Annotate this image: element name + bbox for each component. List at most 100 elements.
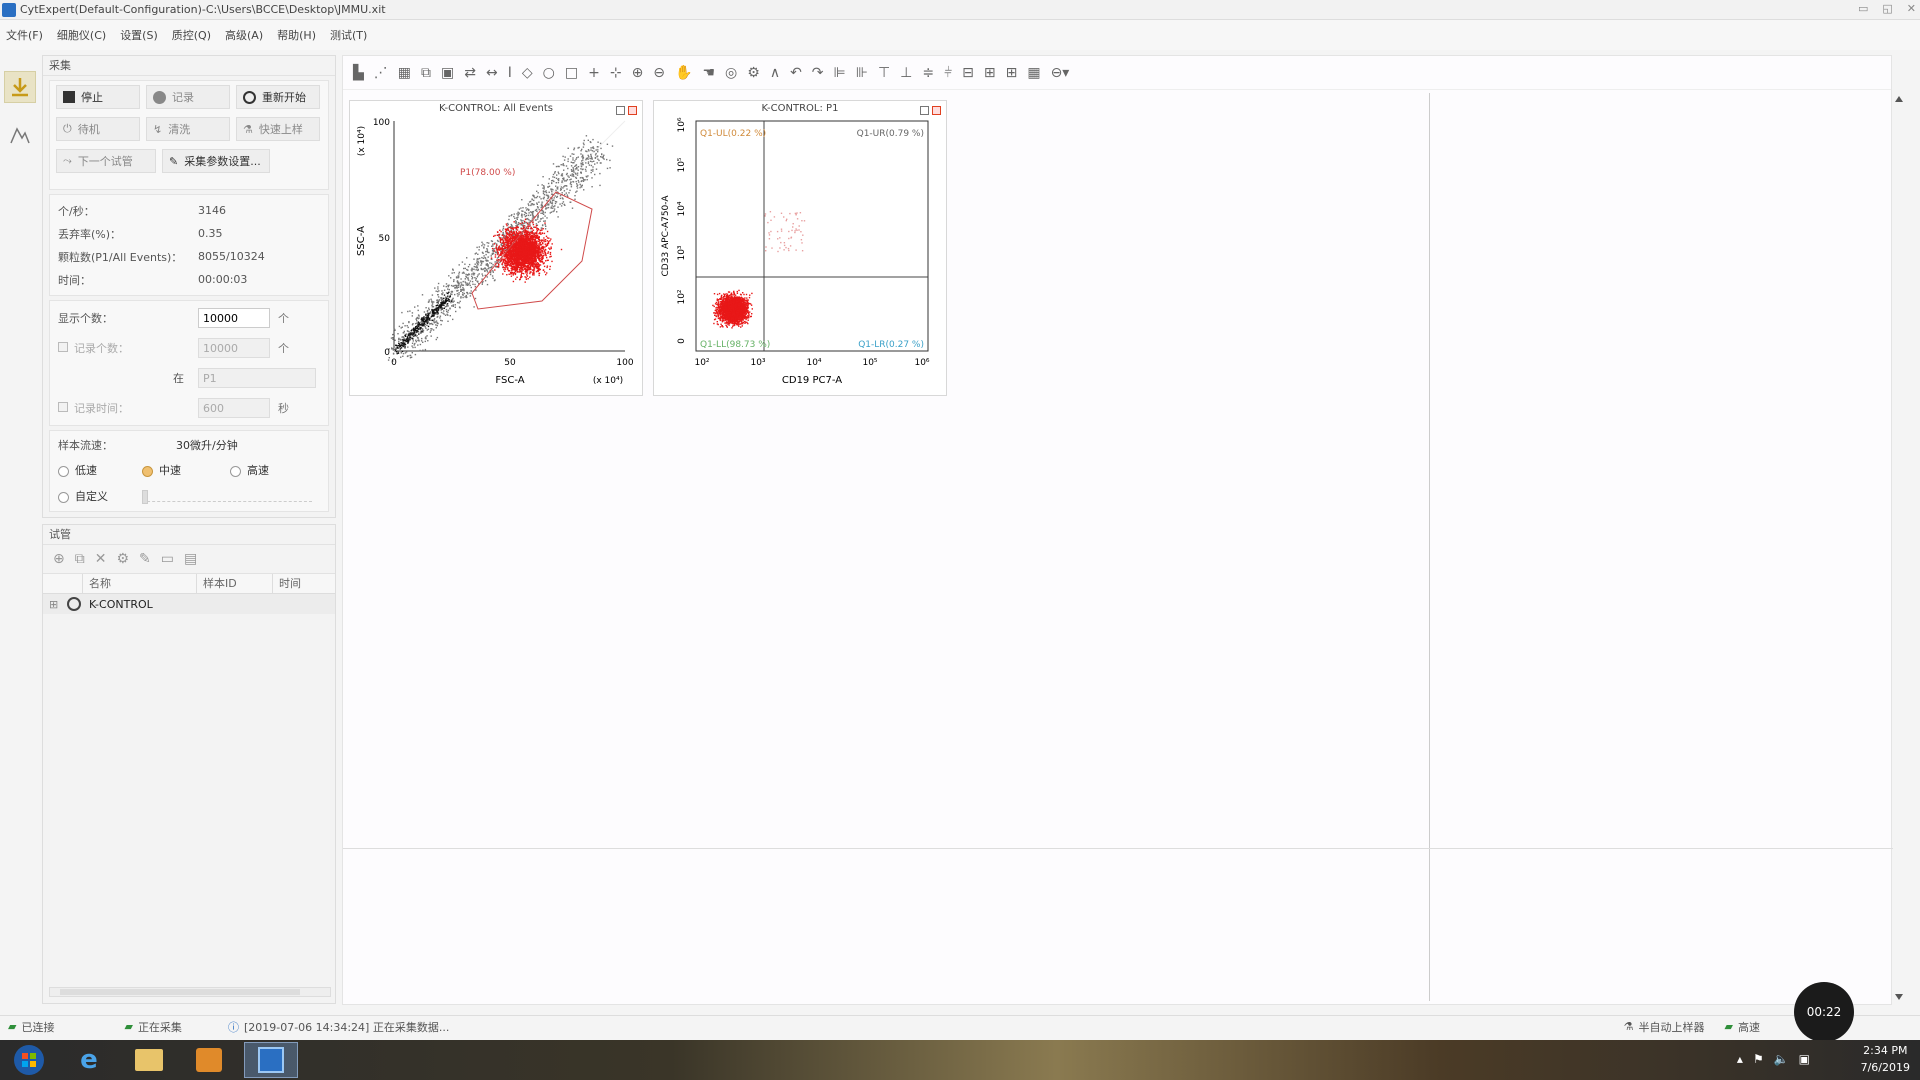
distribute-v-icon[interactable]: ≑ [922, 65, 934, 81]
restore-button[interactable]: ◱ [1882, 2, 1892, 15]
scroll-up-icon[interactable] [1895, 96, 1903, 102]
report-icon[interactable]: ▤ [184, 551, 197, 567]
open-folder-icon[interactable]: ▭ [161, 551, 174, 567]
workspace-vscrollbar[interactable] [1892, 92, 1906, 1004]
distribute-h-icon[interactable]: ⫩ [944, 65, 952, 81]
flow-custom-option[interactable]: 自定义 [58, 488, 142, 504]
tube-props-icon[interactable]: ✎ [139, 551, 151, 567]
undo-icon[interactable]: ↶ [790, 65, 802, 81]
flow-medium-radio[interactable] [142, 465, 153, 477]
polygon-gate-icon[interactable]: ◇ [522, 65, 533, 81]
explorer-taskbar-button[interactable] [122, 1042, 176, 1078]
ie-taskbar-button[interactable]: e [62, 1042, 116, 1078]
grab-icon[interactable]: ☚ [702, 65, 715, 81]
minimize-button[interactable]: ▭ [1858, 2, 1868, 15]
next-tube-button[interactable]: ⤳ 下一个试管 [56, 149, 156, 173]
menu-file[interactable]: 文件(F) [6, 27, 43, 43]
hinge-quad-icon[interactable]: ⊹ [610, 65, 622, 81]
vertical-gate-icon[interactable]: I [508, 65, 512, 81]
delete-tube-icon[interactable]: ✕ [95, 551, 107, 567]
tube-settings-icon[interactable]: ⚙ [116, 551, 129, 567]
record-time-input[interactable] [198, 398, 270, 418]
target-icon[interactable]: ◎ [725, 65, 737, 81]
expand-icon[interactable]: ⊞ [49, 598, 63, 611]
fast-load-button[interactable]: ⚗ 快速上样 [236, 117, 320, 141]
tray-arrow-icon[interactable]: ▴ [1737, 1052, 1743, 1066]
density-tool-icon[interactable]: ▦ [398, 65, 411, 81]
duplicate-tube-icon[interactable]: ⧉ [75, 551, 85, 567]
volume-icon[interactable]: 🔈 [1774, 1052, 1789, 1066]
dotplot-tool-icon[interactable]: ⋰ [374, 65, 388, 81]
zoom-in-icon[interactable]: ⊕ [632, 65, 644, 81]
standby-button[interactable]: ⏻ 待机 [56, 117, 140, 141]
copy-plot-icon[interactable]: ⧉ [421, 65, 431, 81]
flow-high-option[interactable]: 高速 [230, 462, 269, 478]
pan-icon[interactable]: ✋ [675, 65, 692, 81]
analysis-mode-button[interactable] [4, 119, 36, 151]
clean-button[interactable]: ↯ 清洗 [146, 117, 230, 141]
menu-qc[interactable]: 质控(Q) [172, 27, 211, 43]
start-button[interactable] [2, 1042, 56, 1078]
align-right-icon[interactable]: ⊪ [856, 65, 868, 81]
record-icon [153, 90, 166, 104]
flag-icon[interactable]: ⚑ [1753, 1052, 1764, 1066]
align-top-icon[interactable]: ⊤ [878, 65, 890, 81]
record-count-input[interactable] [198, 338, 270, 358]
menu-cytometer[interactable]: 细胞仪(C) [57, 27, 106, 43]
add-tube-icon[interactable]: ⊕ [53, 551, 65, 567]
grid-icon[interactable]: ⊞ [1006, 65, 1018, 81]
close-button[interactable]: ✕ [1907, 2, 1916, 15]
tube-hscroll-thumb[interactable] [60, 989, 300, 995]
align-bottom-icon[interactable]: ⊥ [900, 65, 912, 81]
layout-icon[interactable]: ▦ [1027, 65, 1040, 81]
system-clock[interactable]: 2:34 PM 7/6/2019 [1861, 1042, 1910, 1076]
flow-low-option[interactable]: 低速 [58, 462, 142, 478]
tube-col-sample-id[interactable]: 样本ID [197, 573, 273, 594]
record-time-checkbox[interactable] [58, 402, 68, 412]
flow-high-radio[interactable] [230, 465, 241, 477]
quad-gate-icon[interactable]: + [588, 65, 600, 81]
ellipse-gate-icon[interactable]: ○ [543, 65, 555, 81]
tube-col-name[interactable]: 名称 [83, 573, 197, 594]
flow-slider-thumb[interactable] [142, 490, 148, 504]
flow-custom-radio[interactable] [58, 491, 69, 503]
zoom-out-icon[interactable]: ⊖ [653, 65, 665, 81]
settings-icon[interactable]: ⚙ [747, 65, 760, 81]
acq-settings-button[interactable]: ✎ 采集参数设置... [162, 149, 270, 173]
scroll-down-icon[interactable] [1895, 994, 1903, 1000]
menu-settings[interactable]: 设置(S) [120, 27, 158, 43]
plot-p1-quadrants[interactable]: K-CONTROL: P1 Q1-UL(0.22 %) Q1-UR(0.79 %… [653, 100, 947, 396]
stop-button[interactable]: 停止 [56, 85, 140, 109]
flow-custom-slider[interactable] [142, 490, 312, 504]
acquisition-mode-button[interactable] [4, 71, 36, 103]
print-icon[interactable]: ⊖▾ [1051, 65, 1070, 81]
overlay-tool-icon[interactable]: ▣ [441, 65, 454, 81]
network-icon[interactable]: ▣ [1799, 1052, 1810, 1066]
flow-low-radio[interactable] [58, 465, 69, 477]
fit-height-icon[interactable]: ⊞ [984, 65, 996, 81]
record-button[interactable]: 记录 [146, 85, 230, 109]
flow-medium-option[interactable]: 中速 [142, 462, 230, 478]
menu-advanced[interactable]: 高级(A) [225, 27, 263, 43]
curve-icon[interactable]: ∧ [770, 65, 780, 81]
rectangle-gate-icon[interactable]: □ [565, 65, 578, 81]
tube-col-time[interactable]: 时间 [273, 574, 333, 594]
linear-gate-icon[interactable]: ↔ [486, 65, 498, 81]
gate-select[interactable] [198, 368, 316, 388]
histogram-tool-icon[interactable]: ▙ [353, 65, 364, 81]
restart-button[interactable]: 重新开始 [236, 85, 320, 109]
plot1-ytick: 0 [384, 348, 390, 358]
fit-width-icon[interactable]: ⊟ [962, 65, 974, 81]
cytexpert-taskbar-button[interactable] [244, 1042, 298, 1078]
redo-icon[interactable]: ↷ [812, 65, 824, 81]
media-taskbar-button[interactable] [182, 1042, 236, 1078]
menu-help[interactable]: 帮助(H) [277, 27, 316, 43]
display-count-input[interactable] [198, 308, 270, 328]
record-count-checkbox[interactable] [58, 342, 68, 352]
swap-axes-icon[interactable]: ⇄ [464, 65, 476, 81]
tube-hscrollbar[interactable] [49, 987, 331, 997]
menu-test[interactable]: 测试(T) [330, 27, 367, 43]
tube-row[interactable]: ⊞ K-CONTROL [43, 594, 335, 614]
align-left-icon[interactable]: ⊫ [834, 65, 846, 81]
plot-all-events[interactable]: K-CONTROL: All Events P1(78.00 %) 0 50 1… [349, 100, 643, 396]
